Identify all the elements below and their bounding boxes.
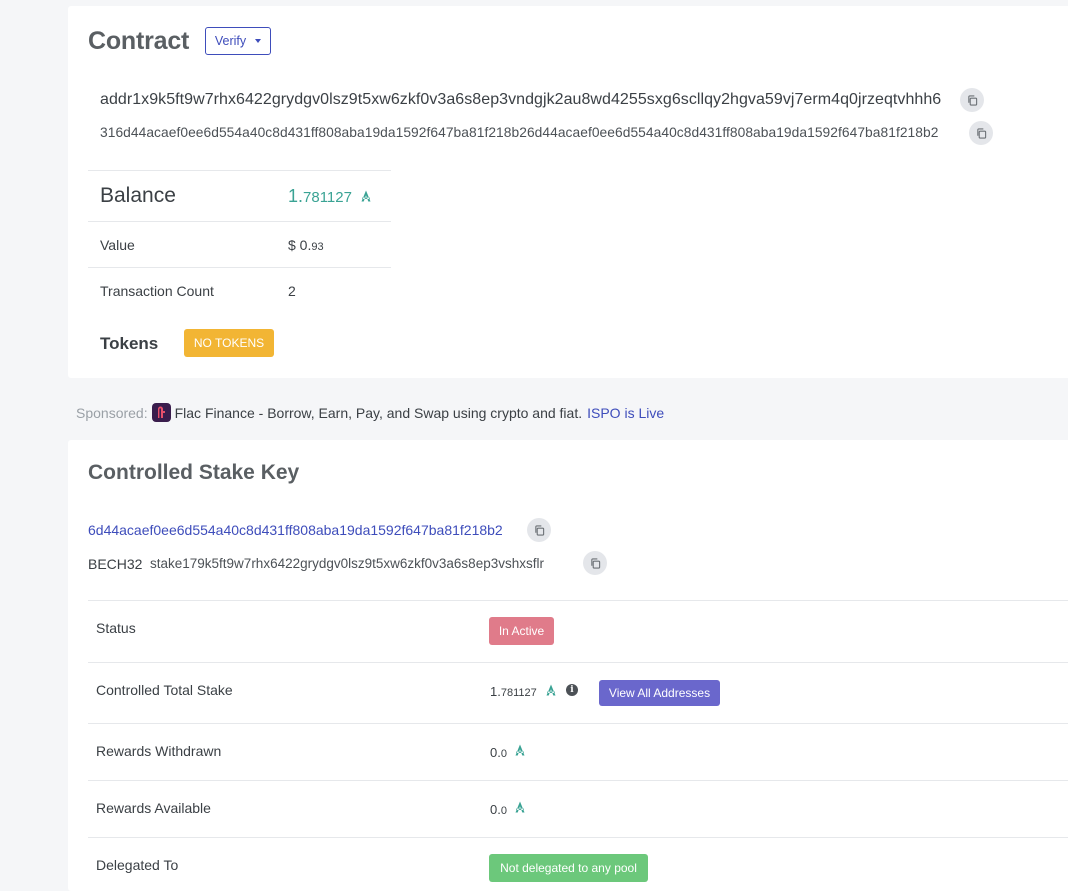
divider: [88, 723, 1068, 724]
sponsored-banner: Sponsored: Flac Finance - Borrow, Earn, …: [76, 403, 664, 422]
divider: [88, 267, 391, 268]
view-all-addresses-button[interactable]: View All Addresses: [599, 680, 720, 706]
stake-key-card: Controlled Stake Key 6d44acaef0ee6d554a4…: [68, 440, 1068, 891]
copy-address-button[interactable]: [960, 88, 984, 112]
no-tokens-badge: NO TOKENS: [184, 329, 274, 357]
copy-icon: [590, 557, 600, 569]
sponsored-label: Sponsored:: [76, 404, 148, 421]
ada-icon: [515, 801, 525, 813]
rewards-withdrawn-label: Rewards Withdrawn: [96, 743, 222, 759]
bech32-value[interactable]: stake179k5ft9w7rhx6422grydgv0lsz9t5xw6zk…: [150, 556, 544, 571]
flac-logo: [151, 403, 171, 422]
ada-icon: [515, 744, 525, 756]
copy-icon: [534, 524, 544, 536]
tokens-label: Tokens: [100, 334, 159, 353]
copy-bech32-button[interactable]: [583, 551, 607, 575]
stake-key-hex-link[interactable]: 6d44acaef0ee6d554a40c8d431ff808aba19da15…: [88, 522, 503, 538]
divider: [88, 170, 391, 171]
value-main: $ 0.: [288, 237, 312, 253]
stake-key-title: Controlled Stake Key: [88, 461, 300, 484]
controlled-total-stake-value: 1. 781127: [490, 684, 537, 699]
balance-value: 1. 781127: [288, 186, 372, 207]
balance-label: Balance: [100, 184, 176, 207]
ada-icon: [546, 684, 556, 696]
verify-label: Verify: [214, 34, 247, 48]
divider: [88, 662, 1068, 663]
copy-icon: [976, 127, 986, 139]
tx-count-value: 2: [288, 283, 296, 299]
divider: [88, 221, 391, 222]
ada-icon: [361, 190, 371, 202]
tx-count-label: Transaction Count: [100, 283, 214, 299]
rewards-available-label: Rewards Available: [96, 800, 211, 816]
rewards-available-value: 0. 0: [490, 802, 507, 817]
contract-card: Contract Verify addr1x9k5ft9w7rhx6422gry…: [68, 6, 1068, 378]
stake-main: 1.: [490, 684, 501, 699]
contract-title: Contract: [88, 27, 190, 55]
status-badge: In Active: [489, 617, 554, 645]
value-frac: 93: [311, 241, 324, 253]
copy-stake-hex-button[interactable]: [527, 518, 551, 542]
contract-hex[interactable]: 316d44acaef0ee6d554a40c8d431ff808aba19da…: [100, 125, 938, 140]
contract-address[interactable]: addr1x9k5ft9w7rhx6422grydgv0lsz9t5xw6zkf…: [100, 91, 941, 109]
status-label: Status: [96, 620, 136, 636]
value-label: Value: [100, 237, 135, 253]
divider: [88, 780, 1068, 781]
rewards-withdrawn-value: 0. 0: [490, 745, 507, 760]
rw-frac: 0: [500, 748, 507, 760]
bech32-label: BECH32: [88, 556, 143, 572]
info-icon[interactable]: i: [566, 684, 578, 696]
controlled-total-stake-label: Controlled Total Stake: [96, 682, 233, 698]
verify-dropdown-button[interactable]: Verify: [205, 27, 271, 55]
balance-frac: 781127: [303, 189, 352, 206]
balance-main: 1.: [288, 186, 304, 206]
rw-main: 0.: [490, 745, 501, 760]
divider: [88, 837, 1068, 838]
stake-frac: 781127: [500, 687, 537, 699]
chevron-down-icon: [255, 39, 262, 43]
value-amount: $ 0. 93: [288, 237, 324, 253]
copy-hex-button[interactable]: [969, 121, 993, 145]
divider: [88, 600, 1068, 601]
sponsored-text[interactable]: Flac Finance - Borrow, Earn, Pay, and Sw…: [175, 405, 583, 421]
delegated-to-label: Delegated To: [96, 857, 179, 873]
copy-icon: [967, 94, 977, 106]
ra-frac: 0: [500, 805, 507, 817]
sponsored-link[interactable]: ISPO is Live: [587, 405, 664, 421]
ra-main: 0.: [490, 802, 501, 817]
delegation-badge: Not delegated to any pool: [489, 854, 648, 882]
